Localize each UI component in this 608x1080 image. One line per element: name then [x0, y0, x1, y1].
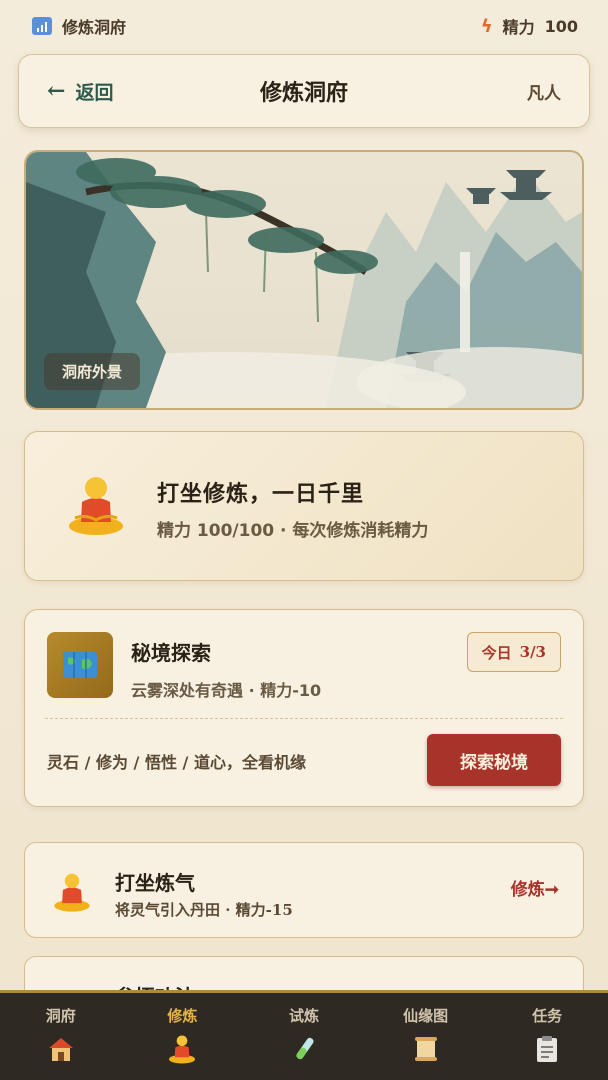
status-left: 修炼洞府: [32, 14, 126, 38]
status-location: 修炼洞府: [62, 18, 127, 37]
cultivation-rank: 凡人: [527, 83, 561, 104]
potion-icon: [296, 1037, 314, 1060]
dashed-divider: [45, 718, 563, 719]
nav-item-tasks[interactable]: 任务: [492, 1005, 602, 1064]
nav-label: 洞府: [45, 1007, 76, 1025]
badge-prefix: 今日: [481, 643, 512, 662]
explore-button[interactable]: 探索秘境: [427, 734, 561, 786]
lightning-icon: ϟ: [480, 15, 493, 37]
page-header: ← 返回 修炼洞府 凡人: [18, 54, 590, 128]
daily-count-badge: 今日 3/3: [466, 632, 561, 672]
clipboard-icon: [537, 1036, 558, 1062]
energy-indicator: ϟ 精力 100: [481, 14, 578, 38]
explore-card: 秘境探索 云雾深处有奇遇 · 精力-10 今日 3/3 灵石 / 修为 / 悟性…: [24, 609, 584, 807]
badge-count: 3/3: [519, 643, 546, 661]
nav-item-cultivate[interactable]: 修炼: [127, 1005, 237, 1064]
meditation-title: 打坐修炼，一日千里: [157, 481, 365, 507]
nav-item-trial[interactable]: 试炼: [249, 1005, 359, 1064]
action-title: 打坐炼气: [115, 871, 195, 895]
house-icon: [48, 1038, 73, 1061]
nav-label: 仙缘图: [403, 1007, 449, 1025]
bottom-nav: 洞府 修炼 试炼 仙缘图 任务: [0, 990, 608, 1080]
nav-label: 修炼: [167, 1007, 198, 1025]
nav-label: 任务: [532, 1007, 563, 1025]
explore-subtitle: 云雾深处有奇遇 · 精力-10: [131, 681, 322, 700]
nav-item-home[interactable]: 洞府: [6, 1005, 116, 1064]
scroll-icon: [414, 1037, 437, 1061]
nav-label: 试炼: [288, 1007, 319, 1025]
back-label: 返回: [75, 81, 114, 104]
back-button[interactable]: ← 返回: [47, 78, 113, 105]
scene-label: 洞府外景: [44, 353, 141, 390]
energy-value: 100: [544, 16, 578, 36]
cave-scenery-image: 洞府外景: [24, 150, 584, 410]
meditation-icon: [69, 477, 123, 535]
action-subtitle: 将灵气引入丹田 · 精力-15: [115, 901, 293, 919]
meditation-card[interactable]: 打坐修炼，一日千里 精力 100/100 · 每次修炼消耗精力: [24, 431, 584, 581]
energy-label: 精力: [502, 18, 535, 37]
meditation-icon: [54, 873, 90, 912]
cultivate-button[interactable]: 修炼➞: [511, 875, 559, 900]
list-item[interactable]: 打坐炼气 将灵气引入丹田 · 精力-15 修炼➞: [24, 842, 584, 938]
explore-rewards-text: 灵石 / 修为 / 悟性 / 道心，全看机缘: [47, 753, 306, 772]
map-icon: [47, 632, 113, 698]
meditation-subtitle: 精力 100/100 · 每次修炼消耗精力: [157, 521, 429, 541]
signal-icon: [32, 17, 52, 35]
status-bar: 修炼洞府 ϟ 精力 100: [0, 0, 608, 52]
nav-item-fate-map[interactable]: 仙缘图: [371, 1005, 481, 1064]
explore-title: 秘境探索: [131, 641, 211, 665]
meditation-icon: [169, 1035, 196, 1064]
arrow-left-icon: ←: [47, 78, 66, 104]
